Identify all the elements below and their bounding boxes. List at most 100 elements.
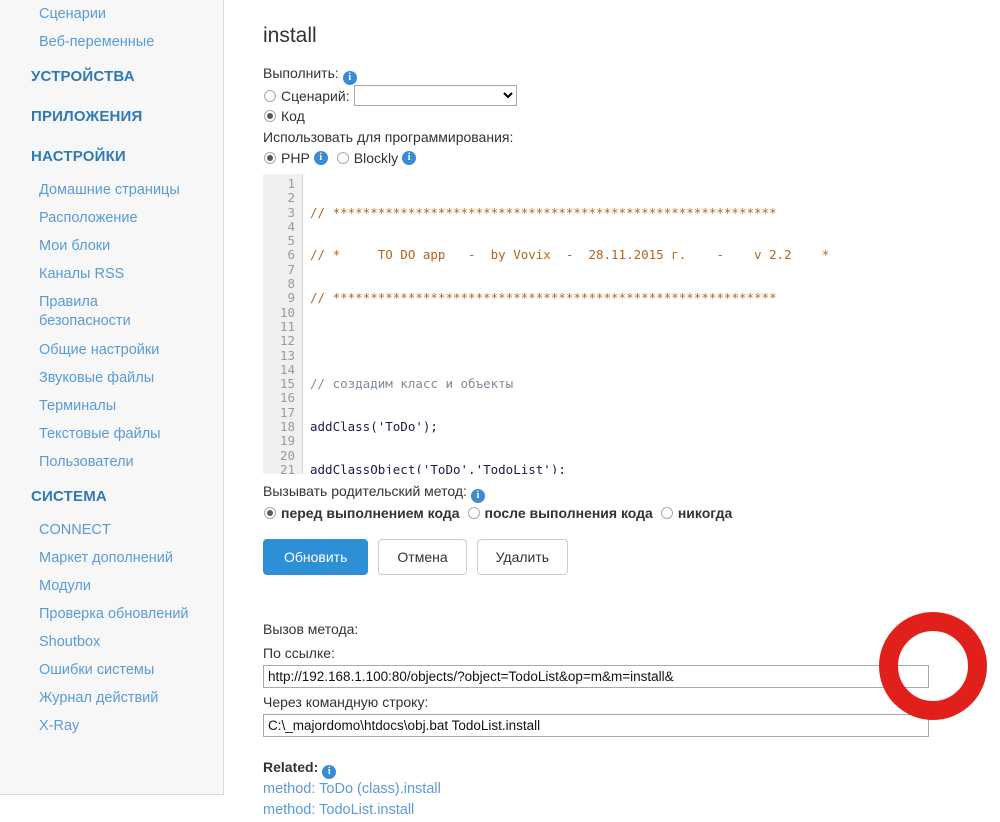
sidebar-item-my-blocks[interactable]: Мои блоки	[0, 232, 223, 260]
parent-method-label: Вызывать родительский метод:	[263, 483, 467, 499]
info-icon-blockly[interactable]: i	[402, 151, 416, 165]
line-number: 14	[263, 363, 302, 377]
code-label: Код	[281, 106, 305, 126]
update-button[interactable]: Обновить	[263, 539, 368, 575]
method-call-link-label: По ссылке:	[263, 643, 1000, 663]
radio-never[interactable]	[661, 507, 673, 519]
sidebar-item-general-settings[interactable]: Общие настройки	[0, 336, 223, 364]
code-editor[interactable]: 1 2 3 4 5 6 7 8 9 10 11 12 13 14 15 16 1	[263, 174, 1000, 474]
line-number: 15	[263, 377, 302, 391]
info-icon-parent-method[interactable]: i	[471, 489, 485, 503]
radio-blockly[interactable]	[337, 152, 349, 164]
info-icon-related[interactable]: i	[322, 765, 336, 779]
line-number: 19	[263, 434, 302, 448]
sidebar-item-connect[interactable]: CONNECT	[0, 516, 223, 544]
php-label: PHP	[281, 148, 310, 168]
form-actions: Обновить Отмена Удалить	[263, 539, 1000, 575]
method-call-title: Вызов метода:	[263, 619, 1000, 639]
sidebar-item-modules[interactable]: Модули	[0, 572, 223, 600]
related-title-row: Related: i	[263, 759, 1000, 779]
execute-label-row: Выполнить: i	[263, 62, 1000, 85]
line-number: 5	[263, 234, 302, 248]
line-number: 18	[263, 420, 302, 434]
editor-code[interactable]: // *************************************…	[310, 174, 1000, 474]
line-number: 1	[263, 177, 302, 191]
programming-options-row[interactable]: PHP i Blockly i	[263, 148, 1000, 168]
sidebar-item-web-variables[interactable]: Веб-переменные	[0, 28, 223, 56]
parent-method-label-row: Вызывать родительский метод: i	[263, 480, 1000, 503]
cancel-button[interactable]: Отмена	[378, 539, 466, 575]
radio-code[interactable]	[264, 110, 276, 122]
line-number: 8	[263, 277, 302, 291]
line-number: 16	[263, 391, 302, 405]
related-link-todolist-install[interactable]: method: TodoList.install	[263, 800, 1000, 821]
main-content: install Выполнить: i Сценарий: Код Исполь…	[224, 0, 1000, 822]
code-line: // *************************************…	[310, 206, 1000, 220]
delete-button[interactable]: Удалить	[477, 539, 568, 575]
sidebar-heading-devices: УСТРОЙСТВА	[0, 56, 223, 96]
radio-scenario[interactable]	[264, 90, 276, 102]
sidebar-item-text-files[interactable]: Текстовые файлы	[0, 420, 223, 448]
sidebar-item-users[interactable]: Пользователи	[0, 448, 223, 476]
line-number: 4	[263, 220, 302, 234]
page-title: install	[263, 24, 1000, 48]
code-line: // * TO DO app - by Vovix - 28.11.2015 г…	[310, 248, 1000, 262]
execute-scenario-row[interactable]: Сценарий:	[263, 85, 1000, 106]
line-number: 20	[263, 449, 302, 463]
code-line: addClassObject('ToDo','TodoList');	[310, 463, 1000, 474]
execute-code-row[interactable]: Код	[263, 106, 1000, 126]
line-number: 13	[263, 349, 302, 363]
scenario-select[interactable]	[354, 85, 517, 106]
sidebar-heading-applications: ПРИЛОЖЕНИЯ	[0, 96, 223, 136]
line-number: 3	[263, 206, 302, 220]
line-number: 6	[263, 248, 302, 262]
line-number: 2	[263, 191, 302, 205]
programming-label-row: Использовать для программирования:	[263, 126, 1000, 148]
method-call-section: Вызов метода: По ссылке: Через командную…	[263, 619, 1000, 737]
line-number: 10	[263, 306, 302, 320]
sidebar-item-scenarios[interactable]: Сценарии	[0, 0, 223, 28]
editor-gutter: 1 2 3 4 5 6 7 8 9 10 11 12 13 14 15 16 1	[263, 174, 303, 474]
radio-php[interactable]	[264, 152, 276, 164]
line-number: 12	[263, 334, 302, 348]
sidebar-item-action-log[interactable]: Журнал действий	[0, 684, 223, 712]
radio-after-code[interactable]	[468, 507, 480, 519]
blockly-label: Blockly	[354, 148, 398, 168]
sidebar-item-layout[interactable]: Расположение	[0, 204, 223, 232]
sidebar-item-shoutbox[interactable]: Shoutbox	[0, 628, 223, 656]
scenario-label: Сценарий:	[281, 86, 350, 106]
sidebar: Сценарии Веб-переменные УСТРОЙСТВА ПРИЛО…	[0, 0, 224, 795]
sidebar-item-check-updates[interactable]: Проверка обновлений	[0, 600, 223, 628]
execute-label: Выполнить:	[263, 65, 339, 81]
sidebar-item-xray[interactable]: X-Ray	[0, 712, 223, 740]
sidebar-item-system-errors[interactable]: Ошибки системы	[0, 656, 223, 684]
radio-before-code[interactable]	[264, 507, 276, 519]
code-line	[310, 334, 1000, 348]
sidebar-item-addons-market[interactable]: Маркет дополнений	[0, 544, 223, 572]
code-line: addClass('ToDo');	[310, 420, 1000, 434]
info-icon[interactable]: i	[343, 71, 357, 85]
line-number: 7	[263, 263, 302, 277]
sidebar-item-home-pages[interactable]: Домашние страницы	[0, 176, 223, 204]
after-code-label: после выполнения кода	[485, 503, 653, 523]
sidebar-item-sound-files[interactable]: Звуковые файлы	[0, 364, 223, 392]
sidebar-heading-settings: НАСТРОЙКИ	[0, 136, 223, 176]
related-link-todo-class-install[interactable]: method: ToDo (class).install	[263, 779, 1000, 800]
never-label: никогда	[678, 503, 732, 523]
line-number: 17	[263, 406, 302, 420]
code-line: // создадим класс и объекты	[310, 377, 1000, 391]
related-title: Related:	[263, 759, 318, 775]
sidebar-item-rss-channels[interactable]: Каналы RSS	[0, 260, 223, 288]
info-icon-php[interactable]: i	[314, 151, 328, 165]
page-root: Сценарии Веб-переменные УСТРОЙСТВА ПРИЛО…	[0, 0, 1000, 822]
method-call-url-input[interactable]	[263, 665, 929, 688]
related-section: Related: i method: ToDo (class).install m…	[263, 759, 1000, 821]
method-call-cli-input[interactable]	[263, 714, 929, 737]
sidebar-item-security-rules[interactable]: Правила безопасности	[0, 288, 159, 336]
parent-method-options[interactable]: перед выполнением кода после выполнения …	[263, 503, 1000, 523]
before-code-label: перед выполнением кода	[281, 503, 460, 523]
programming-label: Использовать для программирования:	[263, 129, 513, 145]
sidebar-heading-system: СИСТЕМА	[0, 476, 223, 516]
line-number: 9	[263, 291, 302, 305]
sidebar-item-terminals[interactable]: Терминалы	[0, 392, 223, 420]
